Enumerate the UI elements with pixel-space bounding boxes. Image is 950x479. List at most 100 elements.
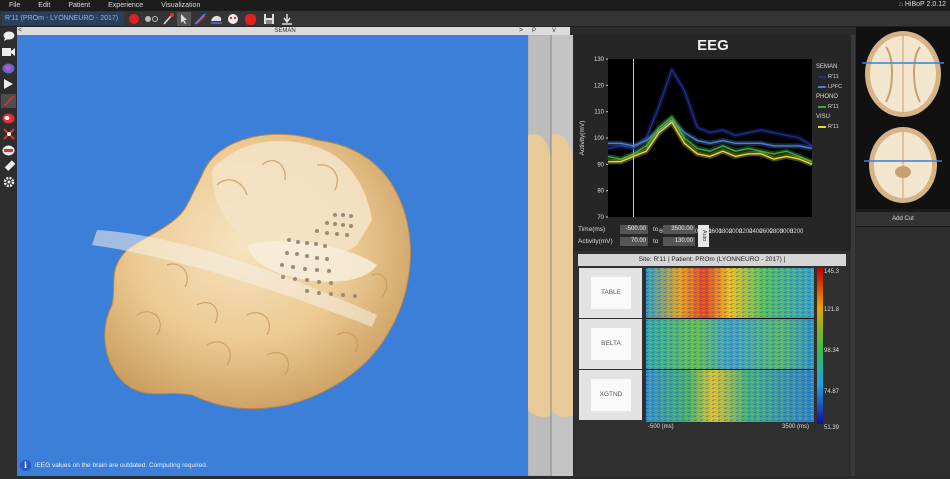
legend-item[interactable]: LPFC <box>816 82 852 92</box>
menu-visualization[interactable]: Visualization <box>152 2 209 9</box>
y-axis-label: Activity(mV) <box>579 121 586 156</box>
panel-scrollbar[interactable] <box>851 35 855 476</box>
draw-line-icon[interactable] <box>193 12 207 26</box>
menu-patient[interactable]: Patient <box>59 2 99 9</box>
toolbar: R'11 (PROm - LYONNEURO - 2017) <box>0 11 950 27</box>
legend-label: R'11 <box>828 124 839 130</box>
tf-row-label[interactable]: TABLE <box>579 268 642 318</box>
legend-group-seman: SEMAN <box>816 64 838 70</box>
y-tick-label: 100 <box>594 136 605 142</box>
brain-red-icon[interactable] <box>1 111 16 125</box>
cuts-panel-empty <box>856 227 950 476</box>
scene-selector[interactable]: R'11 (PROm - LYONNEURO - 2017) <box>2 12 124 25</box>
legend-label: R'11 <box>828 74 839 80</box>
timefreq-panel: Site: R'11 | Patient: PROm (LYONNEURO - … <box>574 251 852 476</box>
view-prev-arrow[interactable]: < <box>18 27 22 35</box>
red-blob-icon[interactable] <box>243 12 257 26</box>
collapsed-views[interactable] <box>528 35 573 476</box>
eeg-chart[interactable]: 7080901001101201306008001000120014001600… <box>574 55 814 241</box>
colorbar <box>817 268 823 424</box>
legend-label: R'11 <box>828 104 839 110</box>
legend-swatch <box>818 126 826 128</box>
line-tool-icon[interactable] <box>1 94 16 108</box>
menu-bar: File Edit Patient Experience Visualizati… <box>0 0 950 11</box>
menu-edit[interactable]: Edit <box>29 2 59 9</box>
tf-row-label-text: TABLE <box>591 277 631 309</box>
left-toolbar <box>0 27 17 479</box>
y-tick-label: 80 <box>597 189 604 195</box>
tf-row-label[interactable]: BELTA <box>579 319 642 369</box>
colorbar-label: 145.3 <box>824 269 840 275</box>
play-icon[interactable] <box>1 77 16 91</box>
legend-item[interactable]: R'11 <box>816 102 852 112</box>
tf-row-label[interactable]: XGTND <box>579 370 642 420</box>
legend-swatch <box>818 86 826 88</box>
legend-swatch <box>818 76 826 78</box>
app-version: ⌂ HiBoP 2.0.12 <box>899 1 946 8</box>
colorbar-label: 74.87 <box>824 389 840 395</box>
y-tick-label: 90 <box>597 162 604 168</box>
pipette-icon[interactable] <box>161 12 175 26</box>
timefreq-xmin: -500 (ms) <box>648 424 674 430</box>
points-toggle-icon[interactable] <box>142 12 160 26</box>
tf-row-label-text: BELTA <box>591 328 631 360</box>
legend-item[interactable]: R'11 <box>816 122 852 132</box>
activity-label: Activity(mV) <box>578 238 613 245</box>
eeg-title: EEG <box>697 37 729 54</box>
status-bar: i iEEG values on the brain are outdated.… <box>20 460 208 471</box>
brain-3d-view[interactable] <box>17 35 528 476</box>
save-icon[interactable] <box>262 12 276 26</box>
auto-button[interactable]: Auto <box>698 225 709 247</box>
info-icon: i <box>20 460 31 471</box>
legend-group-visu: VISU <box>816 114 831 120</box>
timefreq-heatmap[interactable] <box>646 268 824 424</box>
eeg-plot-area <box>608 59 812 217</box>
chat-icon[interactable] <box>1 29 16 43</box>
brain-color-icon[interactable] <box>1 61 16 75</box>
legend-swatch <box>818 106 826 108</box>
time-to-input[interactable]: 3500.00 <box>663 225 695 234</box>
tf-row-label-text: XGTND <box>591 379 631 411</box>
cursor-select-icon[interactable] <box>177 12 191 26</box>
eeg-panel: EEG 708090100110120130600800100012001400… <box>574 35 852 251</box>
gear-icon[interactable] <box>1 175 16 189</box>
brain-cut-icon[interactable] <box>209 12 223 26</box>
add-cut-button[interactable]: Add Cut <box>856 212 950 226</box>
view-next-arrow[interactable]: > <box>519 27 523 35</box>
ruler-icon[interactable] <box>1 159 16 173</box>
camera-icon[interactable] <box>1 45 16 59</box>
record-icon[interactable] <box>127 12 141 26</box>
cross-tool-icon[interactable] <box>1 127 16 141</box>
skull-icon[interactable] <box>226 12 240 26</box>
activity-from-input[interactable]: 70.00 <box>620 237 648 246</box>
brain-render[interactable] <box>17 35 528 476</box>
y-tick-label: 130 <box>594 57 605 63</box>
eeg-controls: Time(ms) -500.00 to 3500.00 Activity(mV)… <box>574 223 814 251</box>
download-icon[interactable] <box>280 12 294 26</box>
brain-slice-icon[interactable] <box>1 143 16 157</box>
legend-group-phono: PHONO <box>816 94 839 100</box>
menu-file[interactable]: File <box>0 2 29 9</box>
view-title: SEMAN <box>274 28 296 34</box>
tab-v[interactable]: V <box>552 27 556 35</box>
timefreq-xmax: 3500 (ms) <box>782 424 810 430</box>
time-to-label: to <box>653 226 659 233</box>
time-label: Time(ms) <box>578 226 606 233</box>
view-header: < SEMAN > P V <box>0 27 570 35</box>
app-version-text: HiBoP 2.0.12 <box>904 1 946 8</box>
status-message: iEEG values on the brain are outdated. C… <box>35 462 208 469</box>
y-tick-label: 70 <box>597 215 604 221</box>
activity-to-input[interactable]: 130.00 <box>663 237 695 246</box>
time-from-input[interactable]: -500.00 <box>620 225 648 234</box>
axial-cut-views[interactable] <box>856 27 950 209</box>
menu-experience[interactable]: Experience <box>99 2 152 9</box>
colorbar-label: 98.34 <box>824 348 840 354</box>
y-tick-label: 110 <box>594 110 604 116</box>
eeg-legend: SEMAN R'11 LPFC PHONO R'11 VISU R'11 <box>816 62 852 132</box>
site-patient-header: Site: R'11 | Patient: PROm (LYONNEURO - … <box>578 254 846 266</box>
legend-item[interactable]: R'11 <box>816 72 852 82</box>
y-tick-label: 120 <box>594 83 605 89</box>
tab-p[interactable]: P <box>532 27 536 35</box>
legend-label: LPFC <box>828 84 843 90</box>
colorbar-label: 121.8 <box>824 307 840 313</box>
